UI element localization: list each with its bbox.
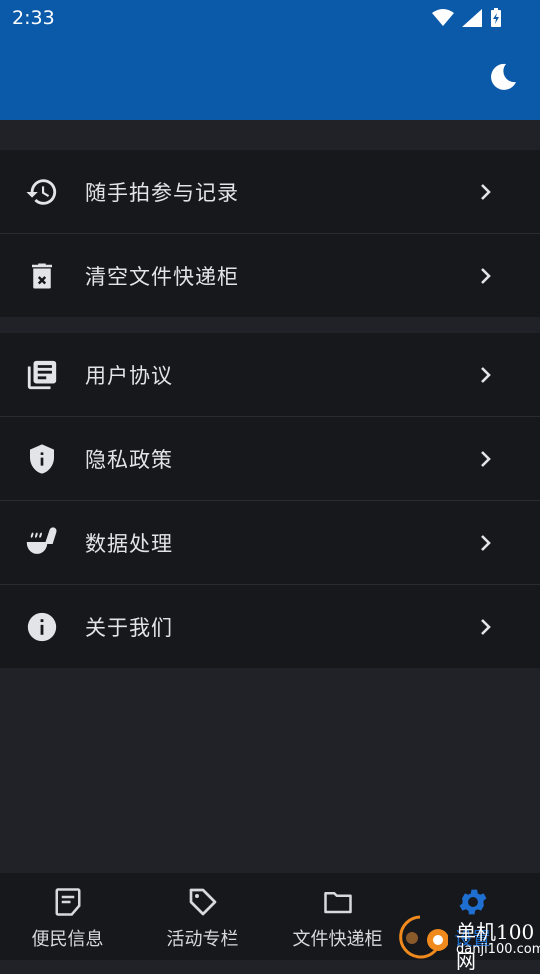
app-header: 2:33 (0, 0, 540, 120)
settings-group-about: 用户协议 隐私政策 数据处理 关于我们 (0, 333, 540, 668)
row-participation-records[interactable]: 随手拍参与记录 (0, 150, 540, 234)
tab-file-locker[interactable]: 文件快递柜 (270, 873, 405, 960)
row-label: 随手拍参与记录 (85, 180, 239, 205)
moon-icon[interactable] (488, 62, 518, 92)
chevron-right-icon (481, 450, 491, 467)
watermark-url: danji100.com (456, 942, 540, 957)
folder-icon (321, 885, 355, 919)
tab-activities[interactable]: 活动专栏 (135, 873, 270, 960)
row-label: 清空文件快递柜 (85, 264, 239, 289)
battery-icon (491, 8, 501, 27)
row-label: 关于我们 (85, 615, 173, 640)
row-clear-file-locker[interactable]: 清空文件快递柜 (0, 234, 540, 317)
soup-ladle-icon (24, 525, 60, 561)
chevron-right-icon (481, 366, 491, 383)
status-time: 2:33 (12, 7, 55, 29)
row-user-agreement[interactable]: 用户协议 (0, 333, 540, 417)
library-books-icon (24, 357, 60, 393)
signal-icon (462, 9, 482, 27)
wifi-icon (432, 9, 454, 26)
row-about-us[interactable]: 关于我们 (0, 585, 540, 668)
tab-label: 文件快递柜 (292, 929, 383, 950)
trash-clear-icon (24, 258, 60, 294)
status-icons (432, 6, 502, 30)
row-label: 隐私政策 (85, 447, 173, 472)
chevron-right-icon (481, 183, 491, 200)
row-data-processing[interactable]: 数据处理 (0, 501, 540, 585)
watermark: 单机100网 danji100.com (390, 912, 540, 973)
tag-icon (186, 885, 220, 919)
tab-label: 活动专栏 (166, 929, 239, 950)
row-label: 数据处理 (85, 531, 173, 556)
tab-convenience-info[interactable]: 便民信息 (0, 873, 135, 960)
row-privacy-policy[interactable]: 隐私政策 (0, 417, 540, 501)
settings-group-records: 随手拍参与记录 清空文件快递柜 (0, 150, 540, 317)
row-label: 用户协议 (85, 363, 173, 388)
chevron-right-icon (481, 534, 491, 551)
tab-label: 便民信息 (31, 929, 104, 950)
watermark-logo (399, 915, 448, 959)
info-icon (24, 609, 60, 645)
note-icon (51, 885, 85, 919)
history-icon (24, 174, 60, 210)
shield-info-icon (24, 441, 60, 477)
chevron-right-icon (481, 618, 491, 635)
chevron-right-icon (481, 267, 491, 284)
